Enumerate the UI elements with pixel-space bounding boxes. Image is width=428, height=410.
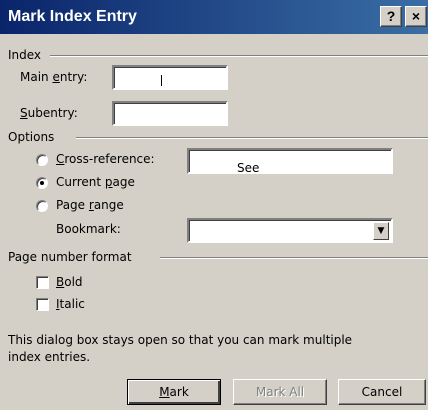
index-group-label: Index — [8, 48, 42, 62]
page-range-label[interactable]: Page range — [56, 198, 124, 212]
mark-all-button[interactable]: Mark All — [233, 379, 327, 405]
text-cursor — [161, 75, 162, 86]
page-number-format-divider — [160, 257, 428, 259]
current-page-label[interactable]: Current page — [56, 175, 135, 189]
window-title: Mark Index Entry — [8, 8, 137, 25]
options-group-label: Options — [8, 130, 55, 144]
radio-selected-dot — [40, 181, 44, 185]
cancel-button[interactable]: Cancel — [338, 379, 426, 405]
cross-reference-input[interactable]: See — [187, 148, 393, 175]
info-text-line2: index entries. — [8, 350, 91, 364]
cross-reference-radio[interactable] — [36, 154, 48, 166]
subentry-label: Subentry: — [20, 106, 78, 120]
close-button[interactable]: × — [405, 6, 427, 27]
main-entry-input[interactable] — [112, 65, 228, 90]
index-group-divider — [50, 55, 428, 57]
cross-reference-label[interactable]: Cross-reference: — [56, 152, 155, 166]
cross-reference-value: See — [237, 161, 260, 175]
title-bar: Mark Index Entry ? × — [0, 0, 428, 34]
help-button[interactable]: ? — [380, 6, 402, 27]
page-number-format-label: Page number format — [8, 250, 132, 264]
current-page-radio[interactable] — [36, 177, 48, 189]
bold-label[interactable]: Bold — [56, 275, 83, 289]
chevron-down-icon[interactable]: ▼ — [373, 222, 389, 240]
mark-button[interactable]: Mark — [127, 379, 221, 405]
bookmark-label: Bookmark: — [56, 222, 121, 236]
main-entry-label: Main entry: — [20, 70, 88, 84]
italic-label[interactable]: Italic — [56, 297, 85, 311]
italic-checkbox[interactable] — [36, 298, 49, 311]
options-group-divider — [76, 137, 428, 139]
page-range-radio[interactable] — [36, 200, 48, 212]
info-text-line1: This dialog box stays open so that you c… — [8, 333, 353, 347]
bold-checkbox[interactable] — [36, 276, 49, 289]
subentry-input[interactable] — [112, 101, 228, 126]
bookmark-select[interactable]: ▼ — [187, 218, 393, 243]
